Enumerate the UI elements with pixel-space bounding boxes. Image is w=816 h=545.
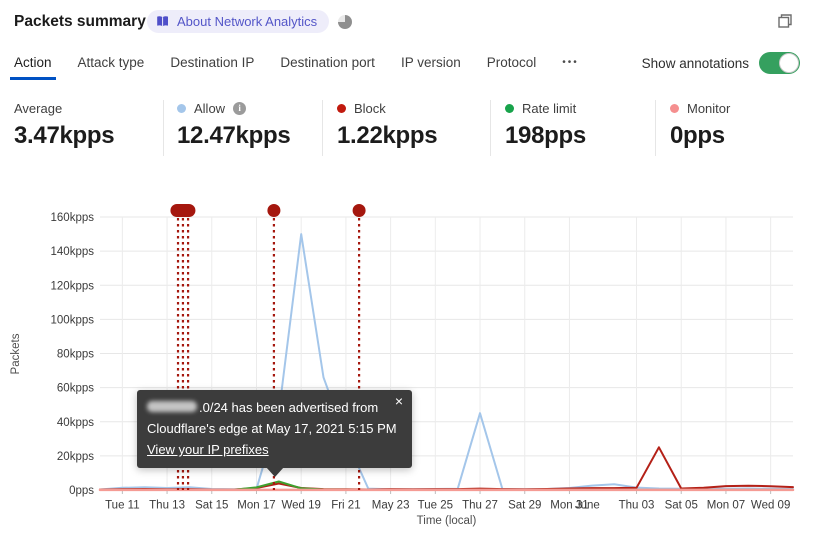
stat-label: Rate limit (522, 100, 577, 116)
svg-text:Sat 15: Sat 15 (195, 500, 228, 512)
svg-text:Time (local): Time (local) (417, 515, 477, 527)
info-icon[interactable]: i (233, 101, 247, 115)
show-annotations-label: Show annotations (641, 55, 749, 71)
book-icon (156, 15, 170, 28)
tab-bar: Action Attack type Destination IP Destin… (10, 55, 579, 80)
svg-text:Tue 11: Tue 11 (105, 500, 140, 512)
stat-average: Average 3.47kpps (14, 100, 115, 150)
block-dot (337, 103, 346, 113)
svg-text:Mon 07: Mon 07 (707, 500, 745, 512)
svg-text:Sat 29: Sat 29 (508, 500, 541, 512)
stat-allow: Allow i 12.47kpps (177, 100, 291, 150)
stat-separator (163, 100, 164, 156)
stat-label: Allow (194, 100, 226, 116)
svg-text:Sat 05: Sat 05 (665, 500, 698, 512)
stat-label: Monitor (687, 100, 731, 116)
show-annotations-toggle[interactable] (759, 52, 800, 74)
svg-text:Thu 03: Thu 03 (619, 500, 655, 512)
annotation-tooltip: × .0/24 has been advertised from Cloudfl… (137, 390, 412, 477)
view-ip-prefixes-link[interactable]: View your IP prefixes (147, 442, 269, 457)
svg-text:0pps: 0pps (69, 485, 94, 497)
svg-text:Fri 21: Fri 21 (331, 500, 360, 512)
toggle-knob (779, 53, 799, 73)
more-tabs-icon[interactable]: ••• (562, 57, 579, 72)
tab-destination-ip[interactable]: Destination IP (170, 55, 254, 74)
stat-value: 1.22kpps (337, 122, 438, 149)
svg-text:40kpps: 40kpps (57, 417, 94, 429)
expand-window-icon[interactable] (776, 12, 794, 30)
svg-text:June: June (575, 500, 600, 512)
allow-dot (177, 103, 186, 113)
redacted-ip-prefix (147, 401, 197, 412)
svg-text:140kpps: 140kpps (51, 246, 95, 258)
svg-text:Wed 19: Wed 19 (281, 500, 320, 512)
packets-time-series-chart[interactable]: 0pps 20kpps 40kpps 60kpps 80kpps 100kpps 120kp… (0, 190, 816, 535)
rate-limit-dot (505, 103, 514, 113)
svg-text:100kpps: 100kpps (51, 314, 95, 326)
svg-text:120kpps: 120kpps (51, 280, 95, 292)
svg-text:Thu 27: Thu 27 (462, 500, 498, 512)
svg-text:Packets: Packets (10, 333, 22, 374)
svg-text:May 23: May 23 (372, 500, 410, 512)
svg-text:Wed 09: Wed 09 (751, 500, 790, 512)
svg-text:Thu 13: Thu 13 (149, 500, 185, 512)
stat-value: 0pps (670, 122, 725, 149)
svg-text:160kpps: 160kpps (51, 212, 95, 224)
stat-monitor: Monitor 0pps (670, 100, 730, 150)
stat-value: 12.47kpps (177, 122, 291, 149)
svg-text:Tue 25: Tue 25 (418, 500, 453, 512)
annotations-control: Show annotations (642, 52, 800, 74)
close-icon[interactable]: × (395, 394, 403, 408)
tab-ip-version[interactable]: IP version (401, 55, 461, 74)
tab-attack-type[interactable]: Attack type (78, 55, 145, 74)
badge-label: About Network Analytics (177, 14, 318, 29)
about-network-analytics-badge[interactable]: About Network Analytics (147, 10, 330, 33)
stat-value: 3.47kpps (14, 122, 115, 149)
stat-separator (490, 100, 491, 156)
stat-rate-limit: Rate limit 198pps (505, 100, 586, 150)
page-title: Packets summary (14, 13, 146, 30)
stat-label: Average (14, 100, 63, 116)
stat-block: Block 1.22kpps (337, 100, 438, 150)
stat-label: Block (354, 100, 386, 116)
svg-text:Mon 17: Mon 17 (237, 500, 275, 512)
stat-separator (322, 100, 323, 156)
stat-separator (655, 100, 656, 156)
tab-protocol[interactable]: Protocol (487, 55, 537, 74)
pie-icon (338, 15, 352, 29)
monitor-dot (670, 103, 679, 113)
stat-value: 198pps (505, 122, 586, 149)
tab-destination-port[interactable]: Destination port (280, 55, 375, 74)
svg-text:80kpps: 80kpps (57, 349, 94, 361)
svg-text:20kpps: 20kpps (57, 451, 94, 463)
tooltip-line2: Cloudflare's edge at May 17, 2021 5:15 P… (147, 421, 397, 436)
tooltip-line1: .0/24 has been advertised from (147, 397, 400, 418)
svg-text:60kpps: 60kpps (57, 383, 94, 395)
packets-summary-panel: Packets summary About Network Analytics … (0, 0, 816, 545)
tab-action[interactable]: Action (10, 55, 56, 80)
